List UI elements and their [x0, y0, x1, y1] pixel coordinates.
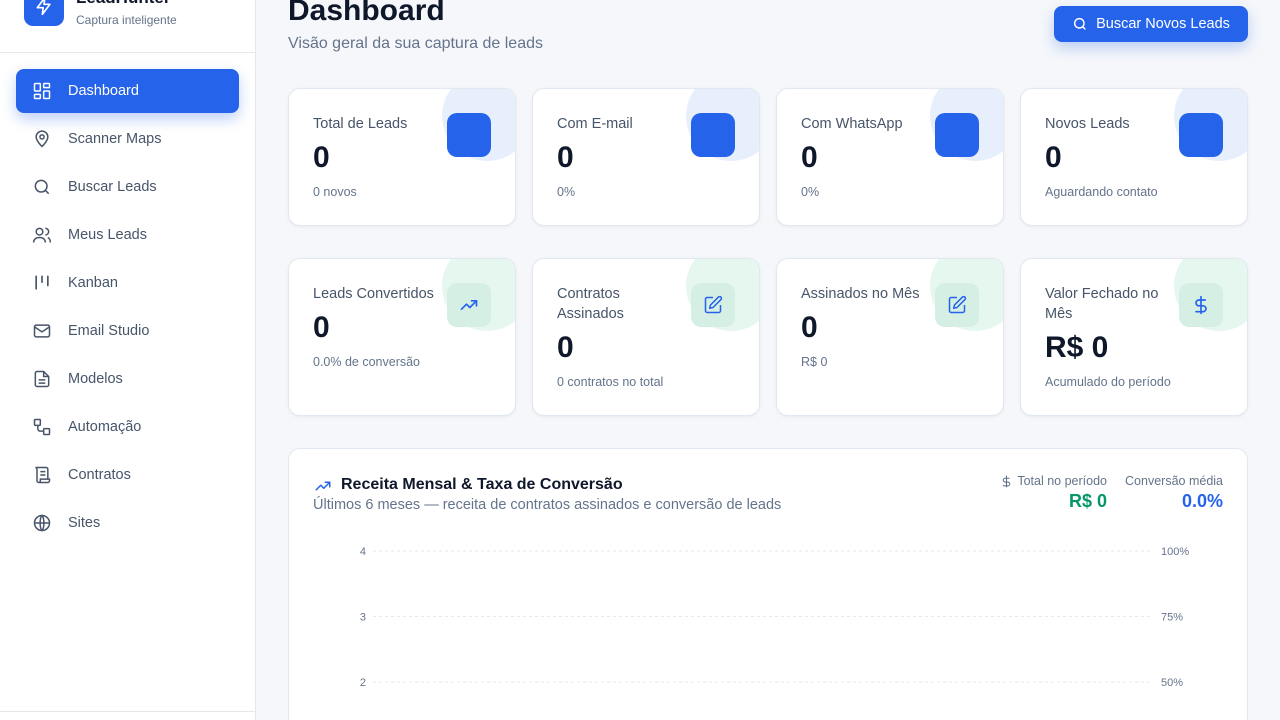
search-icon [32, 177, 52, 197]
stat-label: Leads Convertidos [313, 286, 434, 302]
sidebar-item-meus-leads[interactable]: Meus Leads [16, 213, 239, 257]
stat-label: Total de Leads [313, 116, 408, 132]
page-title: Dashboard [288, 0, 445, 27]
sidebar-item-label: Scanner Maps [68, 131, 162, 147]
sidebar-item-kanban[interactable]: Kanban [16, 261, 239, 305]
sidebar-item-scanner-maps[interactable]: Scanner Maps [16, 117, 239, 161]
stat-card-novos-leads: Novos Leads 0 Aguardando contato [1020, 88, 1248, 226]
sidebar-item-label: Kanban [68, 275, 118, 291]
whatsapp-icon [935, 113, 979, 157]
sidebar-item-dashboard[interactable]: Dashboard [16, 69, 239, 113]
sidebar-footer-divider [0, 711, 255, 712]
user-plus-icon [1179, 113, 1223, 157]
lightning-logo-icon [24, 0, 64, 26]
y-right-tick-label: 50% [1161, 677, 1183, 689]
stat-label: Contratos Assinados [557, 286, 624, 322]
buscar-novos-leads-button[interactable]: Buscar Novos Leads [1054, 6, 1248, 42]
stat-card-contratos-assinados: Contratos Assinados 0 0 contratos no tot… [532, 258, 760, 416]
stat-value: R$ 0 [1045, 331, 1109, 364]
sidebar-item-label: Sites [68, 515, 101, 531]
stat-label: Valor Fechado no Mês [1045, 286, 1159, 322]
y-left-tick-label: 2 [360, 677, 366, 689]
stat-card-total-leads: Total de Leads 0 0 novos [288, 88, 516, 226]
sidebar-item-label: Contratos [68, 467, 131, 483]
mail-icon [32, 321, 52, 341]
trending-up-icon [447, 283, 491, 327]
stat-label: Assinados no Mês [801, 286, 920, 302]
page-subtitle: Visão geral da sua captura de leads [288, 35, 543, 52]
stat-note: 0 novos [313, 185, 357, 199]
grid-icon [32, 81, 52, 101]
sidebar: LeadHunter Captura inteligente Dashboard… [0, 0, 256, 720]
y-right-tick-label: 75% [1161, 612, 1183, 624]
sidebar-item-automacao[interactable]: Automação [16, 405, 239, 449]
brand-name: LeadHunter [76, 0, 170, 8]
stat-value: 0 [557, 141, 574, 174]
sidebar-item-label: Buscar Leads [68, 179, 157, 195]
stat-note: 0.0% de conversão [313, 355, 421, 369]
kanban-icon [32, 273, 52, 293]
stat-note: 0% [801, 185, 820, 199]
sidebar-item-label: Automação [68, 419, 142, 435]
sidebar-item-label: Dashboard [68, 83, 139, 99]
y-left-tick-label: 4 [360, 546, 366, 558]
stat-card-leads-convertidos: Leads Convertidos 0 0.0% de conversão [288, 258, 516, 416]
stat-note: 0% [557, 185, 576, 199]
stat-note: 0 contratos no total [557, 375, 664, 389]
workflow-icon [32, 417, 52, 437]
stat-value: 0 [801, 311, 818, 344]
signature-icon [935, 283, 979, 327]
map-pin-icon [32, 129, 52, 149]
stat-value: 0 [801, 141, 818, 174]
sidebar-item-label: Modelos [68, 371, 123, 387]
signature-icon [691, 283, 735, 327]
button-label: Buscar Novos Leads [1096, 16, 1230, 32]
users-icon [32, 225, 52, 245]
sidebar-item-label: Email Studio [68, 323, 150, 339]
mail-icon [691, 113, 735, 157]
stat-label: Novos Leads [1045, 116, 1130, 132]
y-left-tick-label: 3 [360, 612, 366, 624]
dollar-icon [1179, 283, 1223, 327]
sidebar-nav: Dashboard Scanner Maps Buscar Leads Meus… [16, 69, 239, 549]
sidebar-item-email-studio[interactable]: Email Studio [16, 309, 239, 353]
globe-icon [32, 513, 52, 533]
sidebar-item-buscar-leads[interactable]: Buscar Leads [16, 165, 239, 209]
stat-card-com-email: Com E-mail 0 0% [532, 88, 760, 226]
stat-value: 0 [1045, 141, 1062, 174]
revenue-chart: 4 100% 3 75% 2 50% [360, 546, 1189, 689]
stat-label: Com WhatsApp [801, 116, 903, 132]
sidebar-item-contratos[interactable]: Contratos [16, 453, 239, 497]
stat-value: 0 [313, 141, 330, 174]
stat-card-valor-fechado: Valor Fechado no Mês R$ 0 Acumulado do p… [1020, 258, 1248, 416]
stat-value: 0 [557, 331, 574, 364]
y-right-tick-label: 100% [1161, 546, 1189, 558]
stat-label: Com E-mail [557, 116, 633, 132]
stat-note: Acumulado do período [1045, 375, 1171, 389]
stat-note: Aguardando contato [1045, 185, 1158, 199]
revenue-conversion-panel: Receita Mensal & Taxa de Conversão Últim… [288, 448, 1248, 720]
users-icon [447, 113, 491, 157]
sidebar-item-modelos[interactable]: Modelos [16, 357, 239, 401]
sidebar-item-label: Meus Leads [68, 227, 147, 243]
brand: LeadHunter Captura inteligente [0, 0, 255, 53]
brand-subtitle: Captura inteligente [76, 13, 177, 27]
stat-note: R$ 0 [801, 355, 828, 369]
stat-value: 0 [313, 311, 330, 344]
scroll-icon [32, 465, 52, 485]
stat-card-assinados-no-mes: Assinados no Mês 0 R$ 0 [776, 258, 1004, 416]
file-icon [32, 369, 52, 389]
search-icon [1072, 16, 1088, 32]
sidebar-item-sites[interactable]: Sites [16, 501, 239, 545]
stat-card-com-whatsapp: Com WhatsApp 0 0% [776, 88, 1004, 226]
